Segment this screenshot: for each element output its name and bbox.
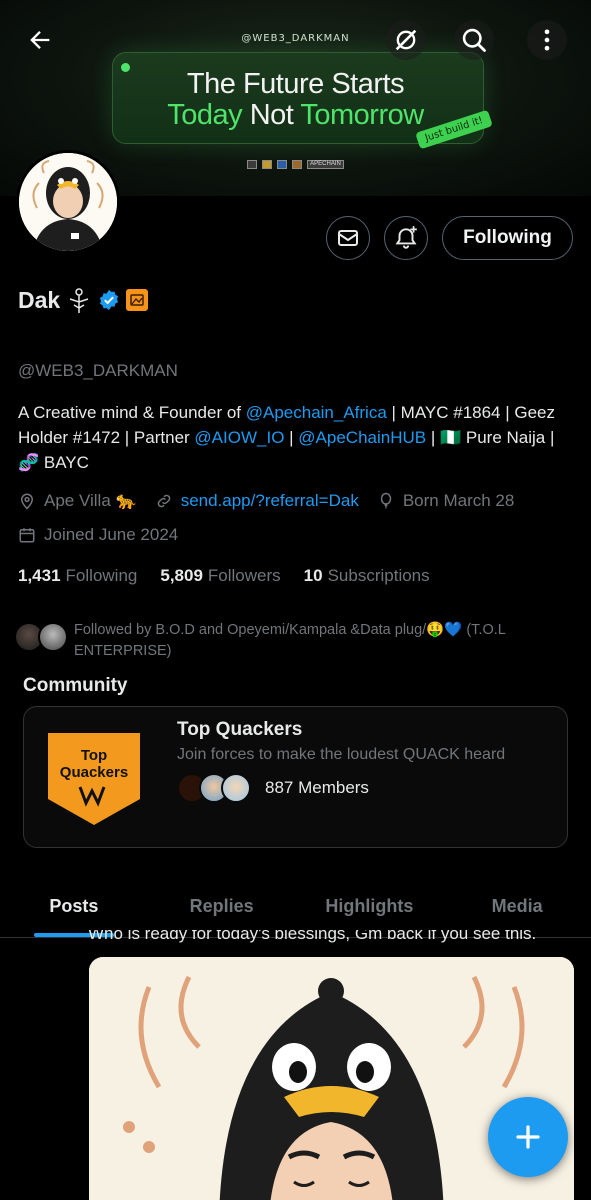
avatar-illustration [19, 153, 117, 251]
followers-count: 5,809 [160, 566, 203, 585]
calendar-icon [19, 528, 35, 543]
location-text: Ape Villa 🐆 [44, 491, 137, 510]
subscriptions-label: Subscriptions [327, 566, 430, 585]
follow-counts: 1,431 Following 5,809 Followers 10 Subscrip… [18, 566, 453, 586]
avatar [221, 773, 251, 803]
search-button[interactable] [454, 20, 494, 60]
display-name: Dak [18, 286, 61, 313]
website-link[interactable]: send.app/?referral=Dak [181, 491, 359, 511]
following-button[interactable]: Following [442, 216, 573, 260]
location-pin-icon [20, 493, 34, 510]
username-handle: @WEB3_DARKMAN [18, 361, 178, 380]
bio-mention-aiow-io[interactable]: @AIOW_IO [194, 428, 284, 447]
name-emoji-icon [69, 288, 89, 313]
community-description: Join forces to make the loudest QUACK he… [177, 746, 506, 763]
notifications-button[interactable] [384, 216, 428, 260]
partner-logo-icon [292, 160, 303, 169]
banner-handle: @WEB3_DARKMAN [241, 33, 350, 44]
followed-by-avatars [14, 620, 72, 656]
balloon-icon [380, 492, 392, 509]
following-count: 1,431 [18, 566, 61, 585]
followed-by[interactable]: Followed by B.O.D and Opeyemi/Kampala &D… [14, 620, 574, 662]
followed-by-text: Followed by B.O.D and Opeyemi/Kampala &D… [74, 622, 506, 659]
partner-logo-icon [262, 160, 273, 169]
location-item: Ape Villa 🐆 [18, 491, 137, 511]
banner-word-today: Today [167, 99, 243, 131]
bio-text: A Creative mind & Founder of [18, 403, 246, 422]
community-name: Top Quackers [177, 719, 303, 740]
banner-headline-line2: Today Not Tomorrow [0, 99, 591, 132]
community-image-text-line2: Quackers [60, 764, 128, 781]
tab-replies[interactable]: Replies [148, 880, 296, 937]
grok-button[interactable] [386, 20, 426, 60]
followers-label: Followers [207, 566, 281, 585]
joined-text: Joined June 2024 [44, 525, 179, 544]
back-arrow-icon [30, 31, 50, 49]
community-members: 887 Members [177, 773, 369, 803]
joined-item: Joined June 2024 [18, 525, 178, 545]
subscriptions-count-link[interactable]: 10 Subscriptions [304, 566, 430, 586]
bio-text: | [284, 428, 299, 447]
message-button[interactable] [326, 216, 370, 260]
back-button[interactable] [20, 20, 60, 60]
birthday-text: Born March 28 [402, 491, 515, 510]
banner-word-tomorrow: Tomorrow [300, 99, 424, 131]
post-text: Who is ready for today's blessings, Gm b… [88, 930, 537, 943]
plus-icon [516, 1125, 540, 1149]
tab-highlights[interactable]: Highlights [296, 880, 444, 937]
tab-media[interactable]: Media [443, 880, 591, 937]
partner-logo-icon [247, 160, 258, 169]
bell-plus-icon [395, 226, 417, 249]
profile-meta-row: Ape Villa 🐆 send.app/?referral=Dak Born … [18, 491, 532, 511]
following-label: Following [65, 566, 138, 585]
avatar [38, 622, 68, 652]
more-vertical-icon [544, 29, 550, 51]
affiliate-badge-icon[interactable] [126, 289, 149, 311]
birthday-item: Born March 28 [377, 491, 515, 511]
profile-bio: A Creative mind & Founder of @Apechain_A… [18, 400, 578, 475]
compose-post-button[interactable] [488, 1097, 568, 1177]
following-count-link[interactable]: 1,431 Following [18, 566, 137, 586]
affiliate-logo-icon [130, 294, 144, 306]
subscriptions-count: 10 [303, 566, 323, 585]
followers-count-link[interactable]: 5,809 Followers [160, 566, 280, 586]
verified-badge-icon[interactable] [98, 289, 120, 311]
community-member-count: 887 Members [265, 778, 369, 797]
community-section-title: Community [23, 675, 128, 696]
community-image: Top Quackers [44, 727, 144, 827]
banner-word-not: Not [242, 99, 301, 131]
community-image-text-line1: Top [81, 747, 107, 764]
website-item[interactable]: send.app/?referral=Dak [155, 491, 359, 511]
bio-mention-apechain-africa[interactable]: @Apechain_Africa [246, 403, 387, 422]
profile-avatar[interactable] [16, 150, 120, 254]
mail-icon [338, 230, 358, 246]
display-name-row: Dak [18, 285, 149, 315]
grok-icon [395, 29, 417, 51]
banner-headline-line1: The Future Starts [186, 68, 405, 100]
search-icon [462, 28, 486, 52]
tab-posts[interactable]: Posts [0, 880, 148, 937]
profile-meta-row: Joined June 2024 [18, 525, 196, 545]
link-icon [157, 494, 170, 508]
partner-logo-icon [277, 160, 288, 169]
community-card[interactable]: Top Quackers Top Quackers Join forces to… [23, 706, 568, 848]
apechain-logo: APECHAIN [307, 160, 344, 169]
more-options-button[interactable] [527, 20, 567, 60]
bio-mention-apechainhub[interactable]: @ApeChainHUB [298, 428, 426, 447]
